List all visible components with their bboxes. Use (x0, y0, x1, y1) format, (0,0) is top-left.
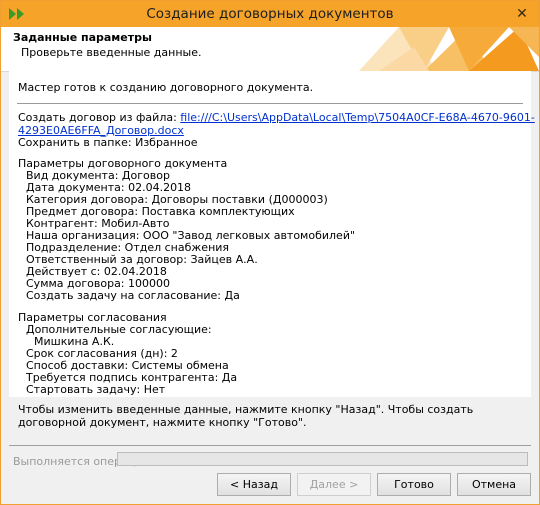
header-subtitle: Проверьте введенные данные. (21, 46, 202, 59)
next-button[interactable]: Далее > (297, 473, 371, 496)
intro-text: Мастер готов к созданию договорного доку… (18, 81, 314, 94)
approval-param: Стартовать задачу: Нет (26, 383, 166, 396)
progress-bar (117, 452, 528, 466)
folder-text: Сохранить в папке: Избранное (18, 136, 198, 149)
file-link[interactable]: file:///C:\Users\AppData\Local\Temp\7504… (180, 111, 535, 124)
summary-panel: Мастер готов к созданию договорного доку… (9, 71, 535, 397)
header-decoration (359, 27, 539, 71)
divider (9, 445, 531, 446)
wizard-window: Создание договорных документов ✕ Заданны… (0, 0, 540, 505)
finish-button[interactable]: Готово (377, 473, 451, 496)
window-title: Создание договорных документов (146, 6, 394, 22)
file-line: Создать договор из файла: file:///C:\Use… (18, 111, 535, 124)
contract-param: Создать задачу на согласование: Да (26, 289, 240, 302)
cancel-button[interactable]: Отмена (457, 473, 531, 496)
instruction-text: Чтобы изменить введенные данные, нажмите… (18, 403, 474, 429)
divider (17, 103, 523, 104)
title-bar[interactable]: Создание договорных документов ✕ (1, 1, 539, 27)
back-button[interactable]: < Назад (217, 473, 291, 496)
header-title: Заданные параметры (13, 31, 152, 44)
close-icon[interactable]: ✕ (511, 5, 533, 23)
wizard-header: Заданные параметры Проверьте введенные д… (1, 27, 539, 72)
file-label: Создать договор из файла: (18, 111, 181, 124)
